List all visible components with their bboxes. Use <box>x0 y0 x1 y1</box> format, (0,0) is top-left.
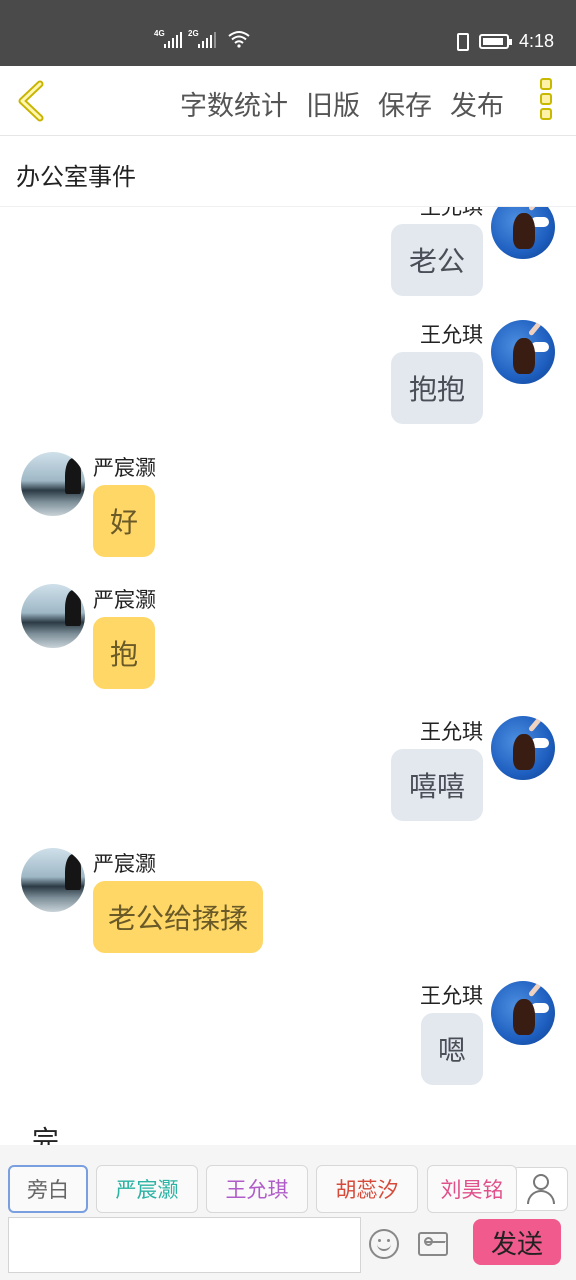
sender-name: 严宸灏 <box>93 588 156 612</box>
avatar-wang[interactable] <box>491 320 555 384</box>
sender-name: 严宸灏 <box>93 852 156 876</box>
chat-area[interactable]: 完 王允琪 老公 王允琪 抱抱 严宸灏好严宸灏抱王允琪 嘻嘻 严宸灏 老公给揉揉 王允琪嗯 <box>0 207 576 1145</box>
save-button[interactable]: 保存 <box>378 84 432 123</box>
app-bar: 字数统计 旧版 保存 发布 <box>0 66 576 136</box>
story-title-row[interactable]: 办公室事件 <box>0 137 576 207</box>
sender-name: 王允琪 <box>420 207 483 219</box>
wifi-icon <box>228 31 250 48</box>
emoji-icon[interactable] <box>369 1229 399 1259</box>
clock: 4:18 <box>518 31 554 51</box>
sender-name: 王允琪 <box>420 323 483 347</box>
sender-name: 王允琪 <box>420 720 483 744</box>
publish-button[interactable]: 发布 <box>450 84 504 123</box>
manage-roles-button[interactable] <box>512 1167 568 1211</box>
input-bar: 发送 <box>0 1215 576 1280</box>
role-selector-bar: 旁白 严宸灏 王允琪 胡蕊汐 刘昊铭 <box>0 1145 576 1215</box>
role-chip[interactable]: 刘昊铭 <box>427 1165 517 1213</box>
message-bubble[interactable]: 抱抱 <box>391 352 483 424</box>
more-menu-icon[interactable] <box>540 78 554 124</box>
signal-4g-icon: 4G <box>154 29 182 48</box>
narration-text: 完 <box>32 1126 59 1145</box>
user-icon <box>533 1174 549 1190</box>
network-type-1: 4G <box>154 29 165 38</box>
role-chip[interactable]: 胡蕊汐 <box>316 1165 418 1213</box>
message-bubble[interactable]: 嗯 <box>421 1013 483 1085</box>
message-bubble[interactable]: 抱 <box>93 617 155 689</box>
avatar-yan[interactable] <box>21 848 85 912</box>
avatar-wang[interactable] <box>491 207 555 259</box>
role-chip[interactable]: 王允琪 <box>206 1165 308 1213</box>
network-type-2: 2G <box>188 29 199 38</box>
image-icon[interactable] <box>418 1232 448 1256</box>
message-input[interactable] <box>8 1217 361 1273</box>
message-bubble[interactable]: 老公给揉揉 <box>93 881 263 953</box>
message-bubble[interactable]: 嘻嘻 <box>391 749 483 821</box>
avatar-yan[interactable] <box>21 452 85 516</box>
vibrate-icon <box>456 32 469 51</box>
battery-icon <box>478 34 512 49</box>
sender-name: 严宸灏 <box>93 456 156 480</box>
back-arrow-icon[interactable] <box>14 80 50 122</box>
role-chip[interactable]: 严宸灏 <box>96 1165 198 1213</box>
message-bubble[interactable]: 好 <box>93 485 155 557</box>
signal-group: 4G 2G <box>154 29 250 48</box>
role-chip[interactable]: 旁白 <box>8 1165 88 1213</box>
avatar-wang[interactable] <box>491 981 555 1045</box>
avatar-yan[interactable] <box>21 584 85 648</box>
sender-name: 王允琪 <box>420 984 483 1008</box>
avatar-wang[interactable] <box>491 716 555 780</box>
battery-fill <box>482 38 503 45</box>
signal-2g-icon: 2G <box>188 29 216 48</box>
chat-story-editor: 4G 2G 4:18 字数统计 旧版 保存 发布 办公室事件 完 王允琪 老公 … <box>0 0 576 1280</box>
status-right: 4:18 <box>456 31 554 52</box>
story-title: 办公室事件 <box>16 163 136 191</box>
word-count-button[interactable]: 字数统计 <box>180 84 288 123</box>
send-button[interactable]: 发送 <box>473 1219 561 1265</box>
old-version-button[interactable]: 旧版 <box>306 84 360 123</box>
status-bar: 4G 2G 4:18 <box>0 0 576 66</box>
message-bubble[interactable]: 老公 <box>391 224 483 296</box>
header-actions: 字数统计 旧版 保存 发布 <box>180 84 504 123</box>
